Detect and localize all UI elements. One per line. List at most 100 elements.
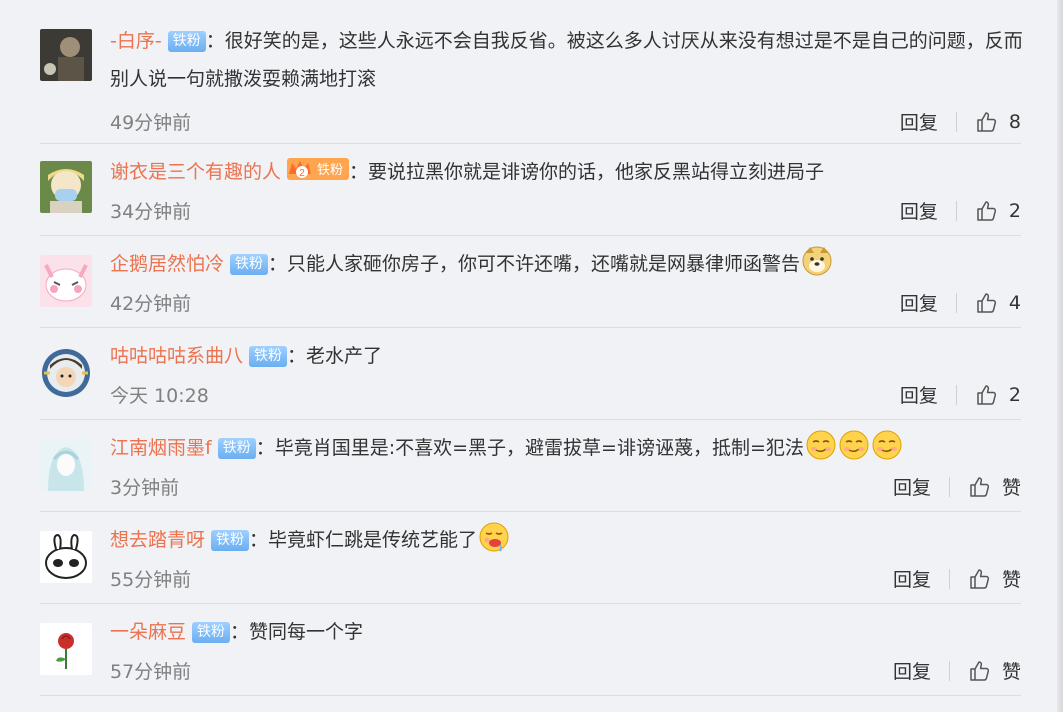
crown-level-badge[interactable]: 2 铁粉 xyxy=(287,155,350,193)
thumbs-up-icon xyxy=(975,110,999,134)
comment-item: 咕咕咕咕系曲八 铁粉 ：老水产了 今天 10:28 回复 2 xyxy=(40,327,1021,420)
like-button[interactable]: 赞 xyxy=(968,657,1021,684)
comment-actions: 回复 2 xyxy=(900,381,1021,408)
avatar[interactable] xyxy=(40,531,92,583)
dark-portrait-avatar xyxy=(40,29,92,81)
like-count: 2 xyxy=(1008,199,1021,222)
thumbs-up-icon xyxy=(968,475,992,499)
cartoon-boy-avatar xyxy=(40,347,92,399)
scrollbar-edge xyxy=(1057,0,1063,712)
like-button[interactable]: 2 xyxy=(975,383,1021,407)
comment-text-line: -白序- 铁粉 ：很好笑的是，这些人永远不会自我反省。被这么多人讨厌从来没有想过是不… xyxy=(110,22,1030,98)
comment-body: 谢衣是三个有趣的人 2 铁粉 ：要说拉黑你就是诽谤你的话，他家反黑站得立刻进局子 xyxy=(110,153,1021,193)
like-button[interactable]: 赞 xyxy=(968,473,1021,500)
comment-text-line: 谢衣是三个有趣的人 2 铁粉 ：要说拉黑你就是诽谤你的话，他家反黑站得立刻进局子 xyxy=(110,153,1021,193)
avatar[interactable] xyxy=(40,347,92,399)
comment-text: ：赞同每一个字 xyxy=(230,621,364,643)
fan-badge[interactable]: 铁粉 xyxy=(230,254,269,275)
fan-badge[interactable]: 铁粉 xyxy=(167,31,206,52)
pink-rabbit-avatar xyxy=(40,255,92,307)
comment-meta: 3分钟前 回复 赞 xyxy=(110,465,1021,505)
comment-text: ：要说拉黑你就是诽谤你的话，他家反黑站得立刻进局子 xyxy=(349,161,825,183)
avatar[interactable] xyxy=(40,255,92,307)
like-count: 4 xyxy=(1008,291,1021,314)
thumbs-up-icon xyxy=(968,567,992,591)
comment-item: 谢衣是三个有趣的人 2 铁粉 ：要说拉黑你就是诽谤你的话，他家反黑站得立刻进局子… xyxy=(40,143,1021,236)
comment-meta: 今天 10:28 回复 2 xyxy=(110,373,1021,413)
masked-girl-avatar xyxy=(40,161,92,213)
comment-text: ：毕竟虾仁跳是传统艺能了 xyxy=(249,529,478,551)
divider xyxy=(955,384,957,405)
crown-level: 2 xyxy=(299,168,305,179)
fan-badge[interactable]: 铁粉 xyxy=(249,346,288,367)
username-link[interactable]: 企鹅居然怕冷 xyxy=(110,253,224,275)
comment-item: 想去踏青呀 铁粉 ：毕竟虾仁跳是传统艺能了 55分钟前 回复 赞 xyxy=(40,511,1021,604)
like-label: 赞 xyxy=(1001,661,1021,683)
comment-text-line: 咕咕咕咕系曲八 铁粉 ：老水产了 xyxy=(110,337,1021,375)
username-link[interactable]: 咕咕咕咕系曲八 xyxy=(110,345,243,367)
thumbs-up-icon xyxy=(975,383,999,407)
reply-button[interactable]: 回复 xyxy=(893,565,931,592)
comment-meta: 34分钟前 回复 2 xyxy=(110,189,1021,229)
username-link[interactable]: 谢衣是三个有趣的人 xyxy=(110,161,281,183)
reply-button[interactable]: 回复 xyxy=(893,657,931,684)
comment-body: 一朵麻豆 铁粉 ：赞同每一个字 xyxy=(110,613,1021,651)
comment-actions: 回复 赞 xyxy=(893,565,1021,592)
fan-badge-text: 铁粉 xyxy=(317,163,343,178)
fan-badge[interactable]: 铁粉 xyxy=(192,622,231,643)
avatar[interactable] xyxy=(40,161,92,213)
comment-item: -白序- 铁粉 ：很好笑的是，这些人永远不会自我反省。被这么多人讨厌从来没有想过是不… xyxy=(40,22,1023,144)
avatar[interactable] xyxy=(40,439,92,491)
thumbs-up-icon xyxy=(968,659,992,683)
like-button[interactable]: 2 xyxy=(975,199,1021,223)
comment-actions: 回复 2 xyxy=(900,197,1021,224)
comment-actions: 回复 赞 xyxy=(893,473,1021,500)
reply-button[interactable]: 回复 xyxy=(893,473,931,500)
thumbs-up-icon xyxy=(975,291,999,315)
avatar[interactable] xyxy=(40,29,92,81)
username-link[interactable]: 想去踏青呀 xyxy=(110,529,205,551)
like-button[interactable]: 赞 xyxy=(968,565,1021,592)
comment-item: 江南烟雨墨f 铁粉 ：毕竟肖国里是:不喜欢=黑子，避雷拔草=诽谤诬蔑，抵制=犯法 3… xyxy=(40,419,1021,512)
like-button[interactable]: 4 xyxy=(975,291,1021,315)
reply-button[interactable]: 回复 xyxy=(900,289,938,316)
timestamp: 3分钟前 xyxy=(110,477,180,499)
username-link[interactable]: -白序- xyxy=(110,30,162,52)
fan-badge[interactable]: 铁粉 xyxy=(211,530,250,551)
divider xyxy=(955,111,957,132)
comment-text: ：老水产了 xyxy=(287,345,383,367)
bunny-sketch-avatar xyxy=(40,531,92,583)
comment-text-line: 一朵麻豆 铁粉 ：赞同每一个字 xyxy=(110,613,1021,651)
comment-item: 企鹅居然怕冷 铁粉 ：只能人家砸你房子，你可不许还嘴，还嘴就是网暴律师函警告 42分… xyxy=(40,235,1021,328)
comment-text: ：很好笑的是，这些人永远不会自我反省。被这么多人讨厌从来没有想过是不是自己的问题… xyxy=(110,30,1023,90)
timestamp: 42分钟前 xyxy=(110,293,192,315)
reply-button[interactable]: 回复 xyxy=(900,197,938,224)
comment-actions: 回复 4 xyxy=(900,289,1021,316)
comment-text: ：只能人家砸你房子，你可不许还嘴，还嘴就是网暴律师函警告 xyxy=(268,253,801,275)
divider xyxy=(948,660,950,681)
comment-body: -白序- 铁粉 ：很好笑的是，这些人永远不会自我反省。被这么多人讨厌从来没有想过是不… xyxy=(110,22,1023,98)
ghost-girl-avatar xyxy=(40,439,92,491)
avatar[interactable] xyxy=(40,623,92,675)
comment-item: 一朵麻豆 铁粉 ：赞同每一个字 57分钟前 回复 赞 xyxy=(40,603,1021,696)
divider xyxy=(955,200,957,221)
rose-avatar xyxy=(40,623,92,675)
comment-meta: 42分钟前 回复 4 xyxy=(110,281,1021,321)
comment-list: -白序- 铁粉 ：很好笑的是，这些人永远不会自我反省。被这么多人讨厌从来没有想过是不… xyxy=(0,0,1063,712)
username-link[interactable]: 江南烟雨墨f xyxy=(110,437,212,459)
thumbs-up-icon xyxy=(975,199,999,223)
like-button[interactable]: 8 xyxy=(975,110,1021,134)
timestamp: 49分钟前 xyxy=(110,112,192,134)
comment-text: ：毕竟肖国里是:不喜欢=黑子，避雷拔草=诽谤诬蔑，抵制=犯法 xyxy=(255,437,804,459)
reply-button[interactable]: 回复 xyxy=(900,108,938,135)
reply-button[interactable]: 回复 xyxy=(900,381,938,408)
comment-actions: 回复 8 xyxy=(900,108,1021,135)
crown-icon: 2 铁粉 xyxy=(287,158,350,180)
like-label: 赞 xyxy=(1001,569,1021,591)
comment-meta: 57分钟前 回复 赞 xyxy=(110,649,1021,689)
timestamp: 34分钟前 xyxy=(110,201,192,223)
comment-meta: 55分钟前 回复 赞 xyxy=(110,557,1021,597)
fan-badge[interactable]: 铁粉 xyxy=(217,438,256,459)
username-link[interactable]: 一朵麻豆 xyxy=(110,621,186,643)
divider xyxy=(955,292,957,313)
